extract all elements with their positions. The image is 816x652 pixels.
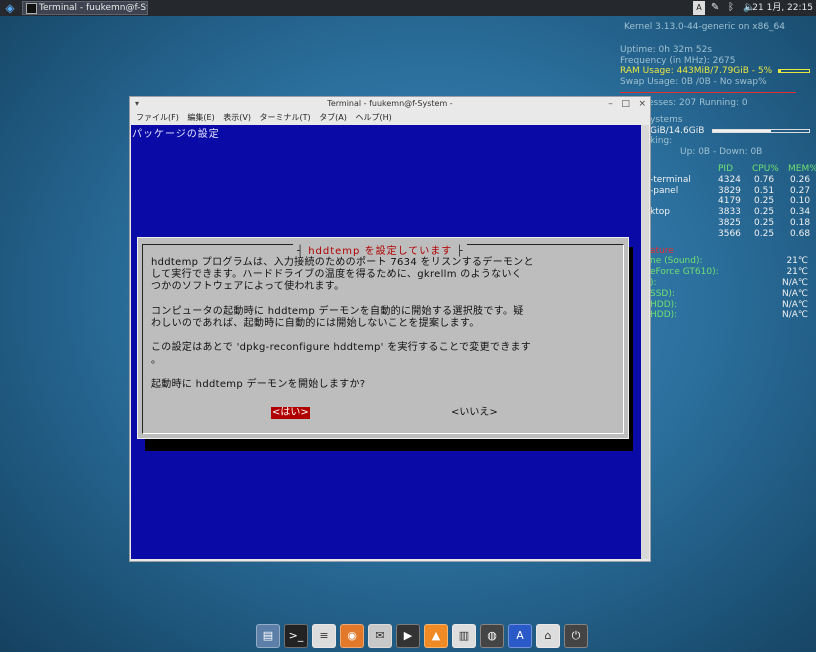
trash-icon[interactable]: ⌂ (536, 624, 560, 648)
ime-icon[interactable]: A (693, 1, 705, 15)
pen-icon[interactable]: ✎ (711, 1, 719, 15)
video-player-icon[interactable]: ▶ (396, 624, 420, 648)
close-icon[interactable]: × (638, 99, 646, 109)
audio-mixer-icon[interactable]: ▥ (452, 624, 476, 648)
firefox-icon[interactable]: ◉ (340, 624, 364, 648)
uptime: Uptime: 0h 32m 52s (620, 44, 713, 55)
minimize-icon[interactable]: – (608, 99, 613, 109)
file-manager-icon[interactable]: ▤ (256, 624, 280, 648)
fs-bar (712, 128, 810, 133)
text-editor-icon[interactable]: ≡ (312, 624, 336, 648)
dialog-title: hddtemp を設定しています (293, 242, 468, 257)
process-count: esses: 207 Running: 0 (648, 97, 748, 108)
package-config-header: パッケージの設定 (132, 129, 220, 140)
kernel-info: Kernel 3.13.0-44-generic on x86_64 (624, 22, 786, 32)
dialog-body: hddtemp プログラムは、入力接続のためのポート 7634 をリスンするデー… (151, 257, 534, 391)
window-menu-icon[interactable]: ▾ (135, 97, 139, 111)
taskbar-label: Terminal - fuukemn@f-Sys... (39, 3, 147, 13)
network-speeds: Up: 0B - Down: 0B (680, 147, 763, 158)
scrollbar[interactable] (641, 125, 649, 559)
menu-terminal[interactable]: ターミナル(T) (260, 113, 311, 122)
terminal-area[interactable]: パッケージの設定 hddtemp を設定しています hddtemp プログラムは… (131, 125, 641, 559)
top-panel: ◈ Terminal - fuukemn@f-Sys... A ✎ ᛒ 🔈 21… (0, 0, 816, 16)
menu-file[interactable]: ファイル(F) (136, 113, 179, 122)
menu-edit[interactable]: 編集(E) (187, 113, 214, 122)
ram-bar (778, 69, 810, 74)
dock: ▤ >_ ≡ ◉ ✉ ▶ ▲ ▥ ◍ A ⌂ ⏻ (252, 622, 592, 652)
network-title: king: (650, 136, 673, 147)
filesystem-usage: GiB/14.6GiB (650, 126, 816, 137)
no-button[interactable]: <いいえ> (451, 407, 498, 419)
clock[interactable]: 21 1月, 22:15 (752, 1, 813, 15)
filesystems-title: ystems (650, 114, 683, 125)
hddtemp-dialog: hddtemp を設定しています hddtemp プログラムは、入力接続のための… (137, 237, 629, 439)
menu-view[interactable]: 表示(V) (223, 113, 251, 122)
app-menu-icon[interactable]: ◈ (3, 1, 17, 15)
swap-usage: Swap Usage: 0B /0B - No swap% (620, 77, 767, 88)
disk-utility-icon[interactable]: ◍ (480, 624, 504, 648)
taskbar-terminal-button[interactable]: Terminal - fuukemn@f-Sys... (22, 1, 148, 15)
temperature-title: ature (650, 245, 674, 256)
maximize-icon[interactable]: □ (621, 99, 630, 109)
bluetooth-icon[interactable]: ᛒ (728, 1, 734, 15)
window-title[interactable]: Terminal - fuukemn@f-System - (130, 97, 650, 111)
terminal-icon[interactable]: >_ (284, 624, 308, 648)
menu-help[interactable]: ヘルプ(H) (355, 113, 391, 122)
ram-usage: RAM Usage: 443MiB/7.79GiB - 5% (620, 66, 816, 77)
terminal-window[interactable]: Terminal - fuukemn@f-System - ▾ – □ × ファ… (129, 96, 651, 562)
font-viewer-icon[interactable]: A (508, 624, 532, 648)
terminal-icon (26, 3, 37, 14)
email-icon[interactable]: ✉ (368, 624, 392, 648)
menu-tabs[interactable]: タブ(A) (319, 113, 347, 122)
vlc-icon[interactable]: ▲ (424, 624, 448, 648)
logout-icon[interactable]: ⏻ (564, 624, 588, 648)
menu-bar: ファイル(F) 編集(E) 表示(V) ターミナル(T) タブ(A) ヘルプ(H… (130, 111, 650, 125)
frequency: Frequency (in MHz): 2675 (620, 55, 736, 66)
yes-button[interactable]: <はい> (271, 407, 310, 419)
